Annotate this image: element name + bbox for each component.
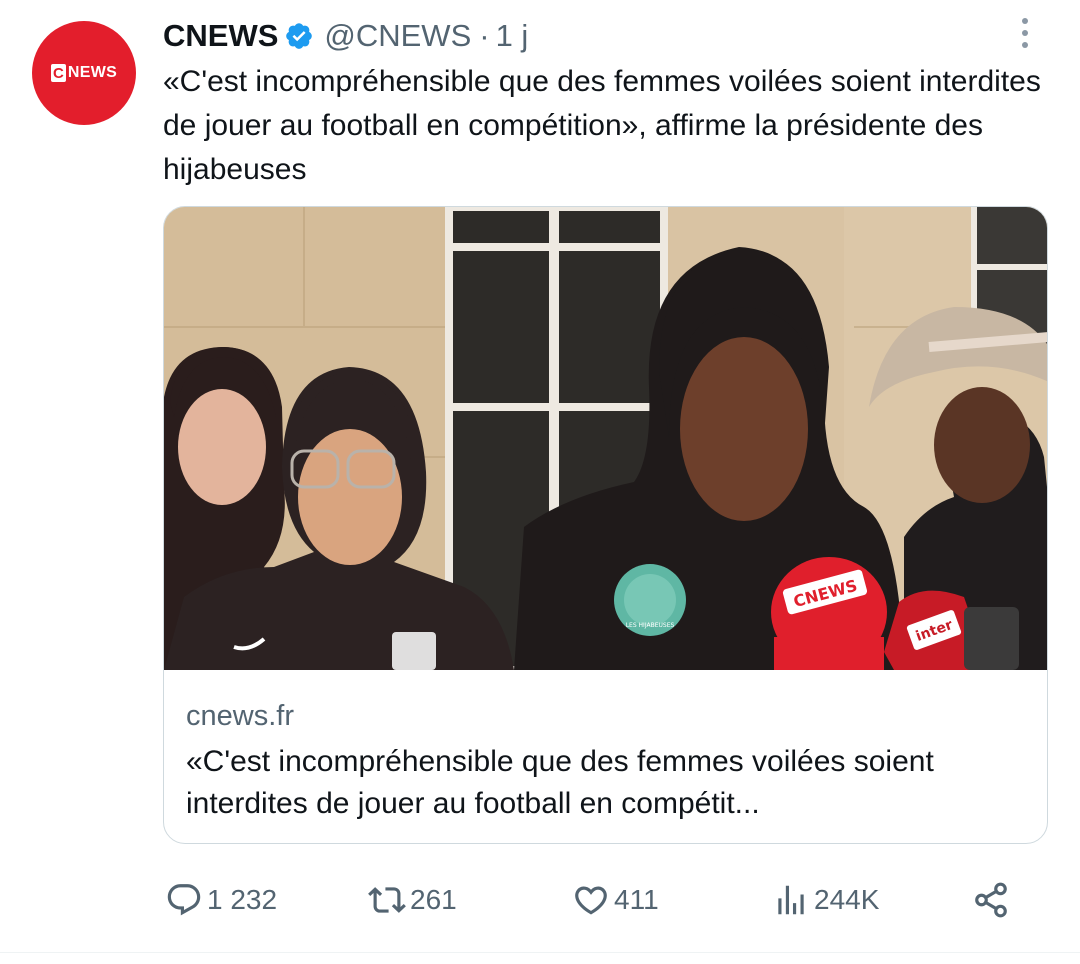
verified-badge-icon [286,23,313,49]
logo-text: NEWS [67,64,118,81]
reply-count: 1 232 [207,884,278,915]
share-button[interactable] [972,872,1010,928]
like-count: 411 [614,884,659,915]
repost-button[interactable]: 261 [368,872,457,928]
tweet-divider [0,952,1080,953]
views-count: 244K [814,884,880,915]
share-icon [975,882,1007,918]
action-bar: 1 232 261 411 244K [0,872,1080,928]
card-domain[interactable]: cnews.fr [186,700,294,733]
timestamp[interactable]: 1 j [496,18,529,54]
views-icon [778,885,804,915]
reply-button[interactable]: 1 232 [165,872,277,928]
like-button[interactable]: 411 [572,872,659,928]
repost-count: 261 [410,884,457,915]
reply-icon [167,884,201,916]
display-name[interactable]: CNEWS [163,18,278,54]
handle[interactable]: @CNEWS [324,18,471,54]
repost-icon [368,887,406,913]
avatar[interactable]: C NEWS [32,21,136,125]
link-card[interactable]: LES HIJABEUSES CNEWS inter cnews.fr «C'e… [163,206,1048,844]
like-icon [575,886,607,915]
tweet-header: CNEWS @CNEWS · 1 j [163,16,528,56]
views-button[interactable]: 244K [772,872,879,928]
badge-text: LES HIJABEUSES [626,622,675,629]
more-vertical-icon[interactable] [1010,14,1040,54]
cnews-logo: C NEWS [50,64,118,82]
logo-c: C [50,64,66,82]
tweet-text: «C'est incompréhensible que des femmes v… [163,65,1041,186]
card-title[interactable]: «C'est incompréhensible que des femmes v… [186,741,1036,825]
separator: · [479,18,490,53]
card-image[interactable]: LES HIJABEUSES CNEWS inter [164,207,1048,670]
